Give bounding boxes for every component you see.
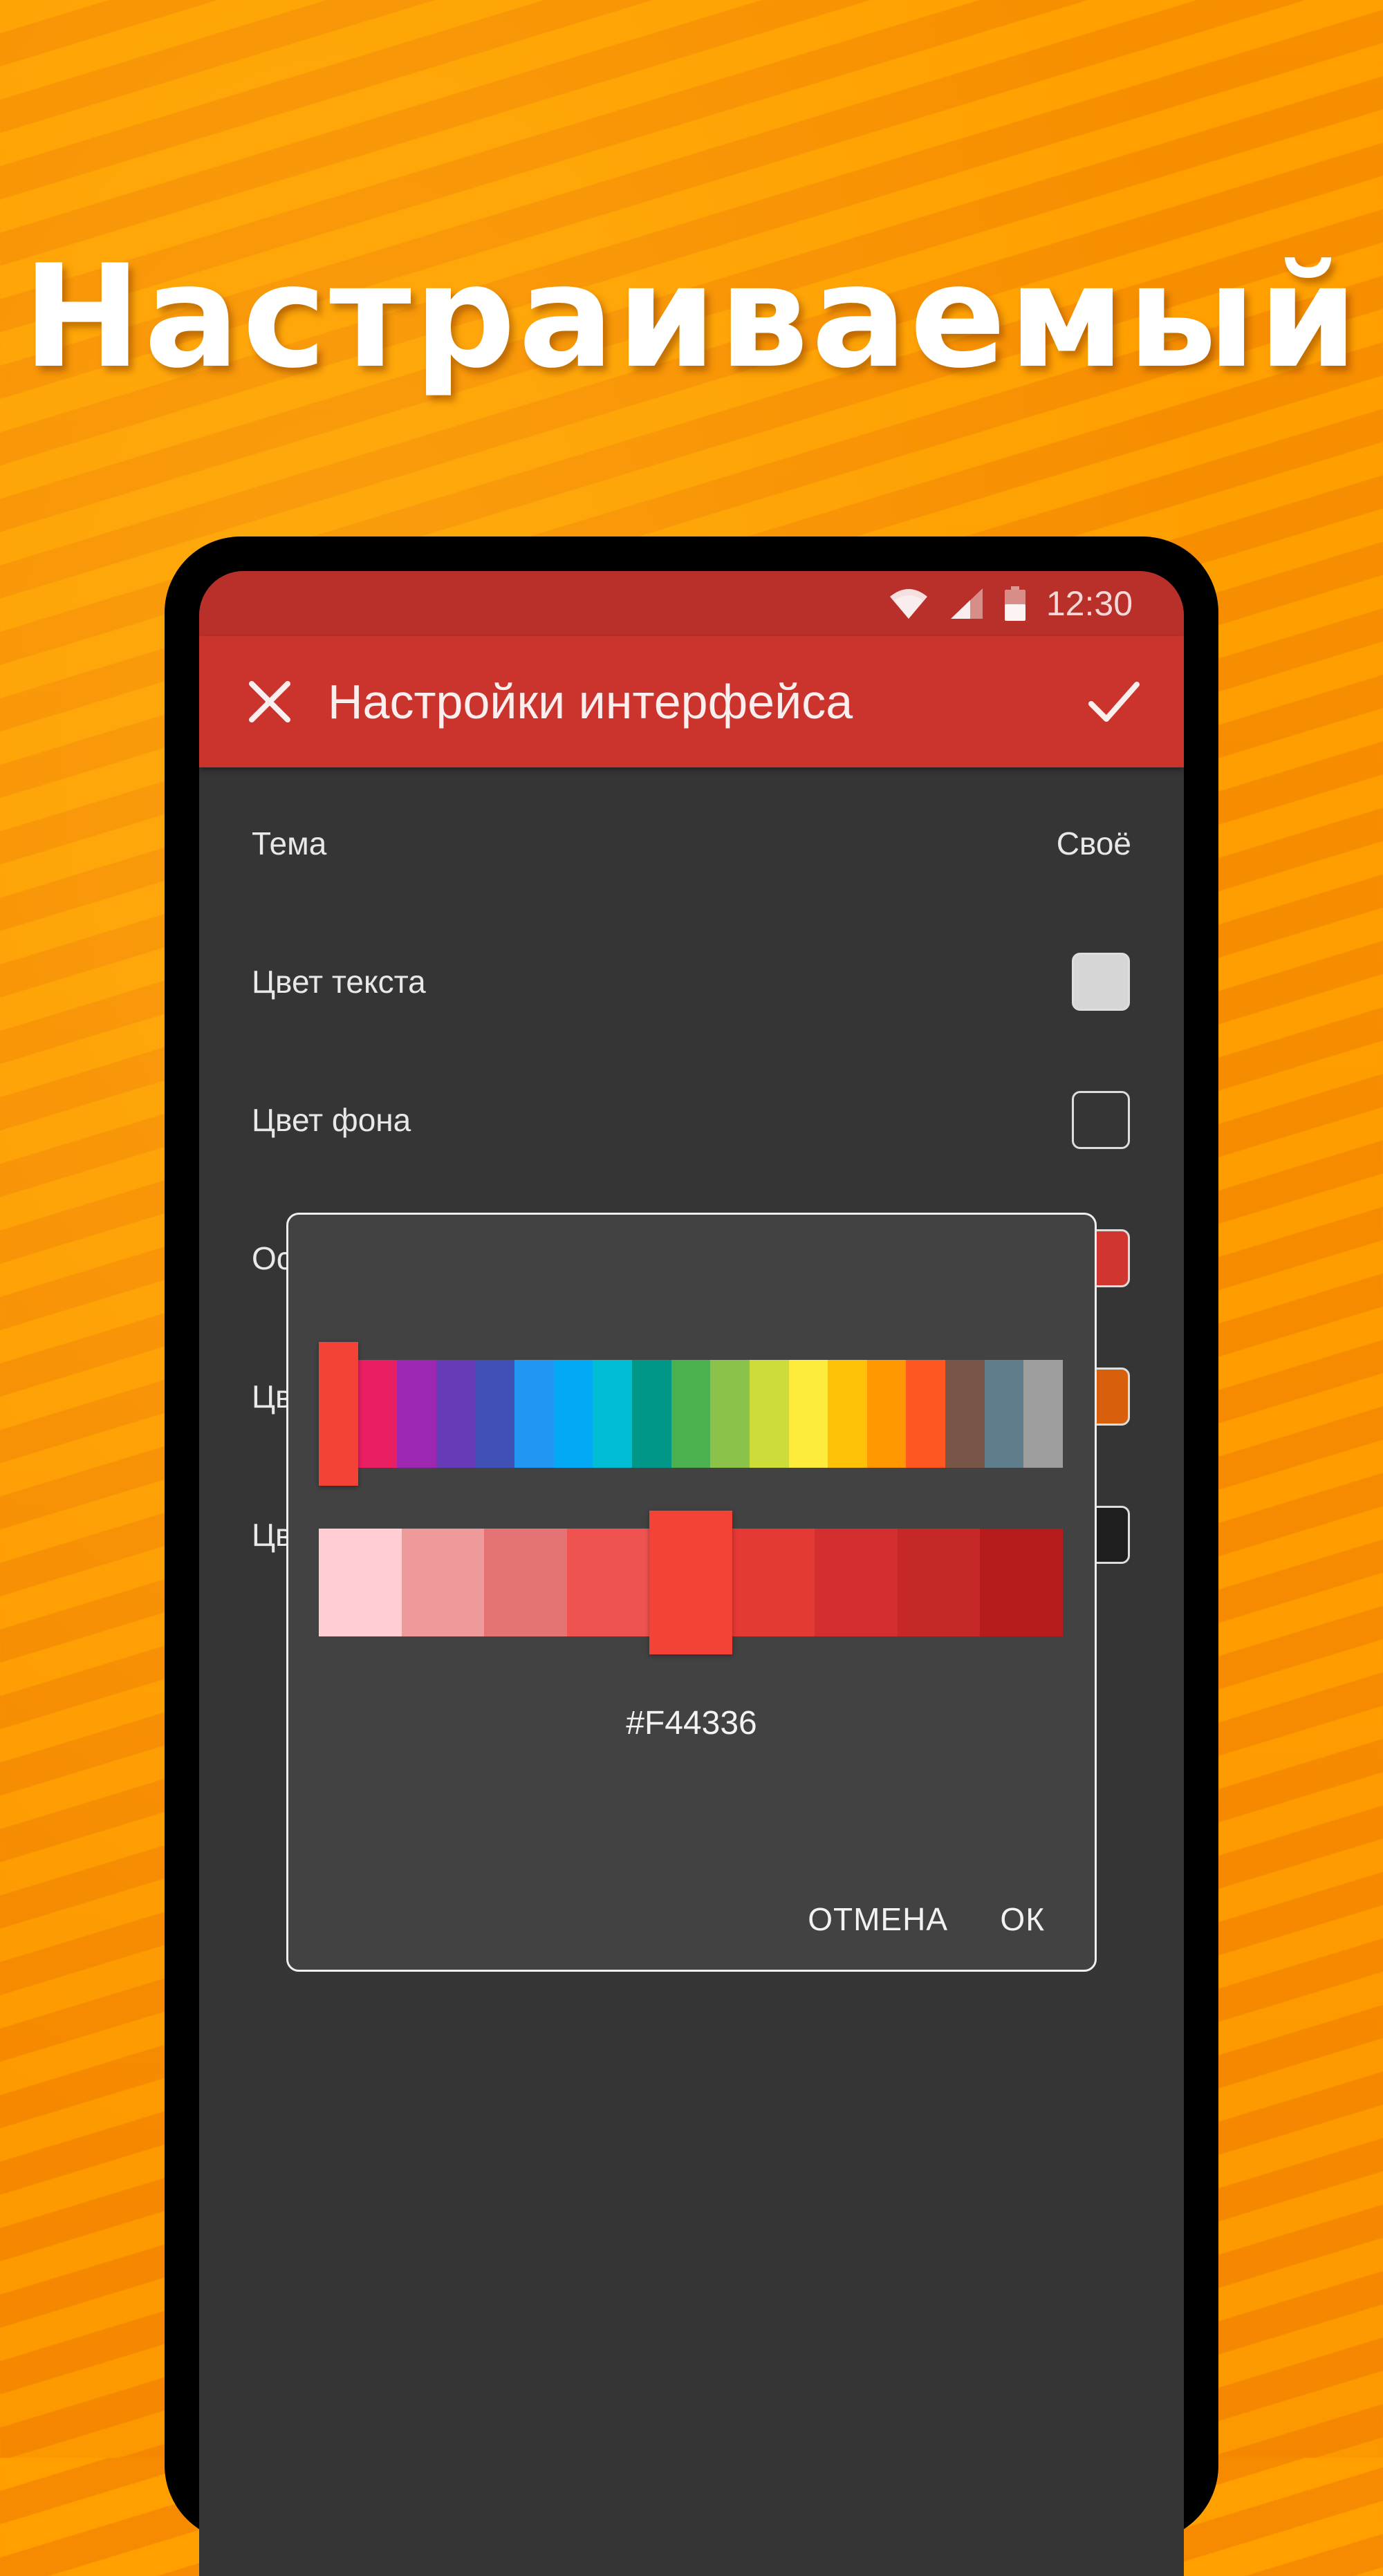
phone-frame: 12:30 Настройки интерфейса Тема Своё Цве… [165,536,1218,2576]
status-bar: 12:30 [199,571,1184,636]
ok-button[interactable]: ОК [1000,1901,1045,1938]
color-picker-dialog: #F44336 ОТМЕНА ОК [286,1213,1097,1972]
check-icon[interactable] [1086,675,1141,730]
signal-icon [950,588,983,619]
color-cell[interactable] [358,1360,398,1468]
color-cell[interactable] [906,1360,945,1468]
color-cell[interactable] [1023,1360,1063,1468]
color-cell[interactable] [749,1360,789,1468]
close-icon[interactable] [248,680,292,724]
color-cell[interactable] [945,1360,985,1468]
color-swatch[interactable] [1072,1091,1130,1149]
color-cell[interactable] [815,1529,898,1636]
color-cell[interactable] [436,1360,476,1468]
setting-label: Цвет текста [252,964,426,1000]
color-cell[interactable] [984,1360,1024,1468]
color-cell[interactable] [710,1360,750,1468]
color-cell[interactable] [553,1360,593,1468]
setting-theme[interactable]: Тема Своё [199,774,1184,913]
color-cell[interactable] [475,1360,515,1468]
setting-background-color[interactable]: Цвет фона [199,1051,1184,1189]
color-swatch[interactable] [1072,953,1130,1011]
color-cell[interactable] [671,1360,711,1468]
hex-value: #F44336 [626,1705,757,1742]
color-cell[interactable] [484,1529,567,1636]
color-cell[interactable] [319,1529,402,1636]
color-cell[interactable] [514,1360,554,1468]
color-cell[interactable] [897,1529,981,1636]
hue-palette [319,1342,1063,1486]
color-cell[interactable] [566,1529,650,1636]
battery-icon [1004,586,1025,621]
color-cell[interactable] [866,1360,907,1468]
phone-screen: 12:30 Настройки интерфейса Тема Своё Цве… [199,571,1184,2576]
selected-color-marker[interactable] [649,1511,732,1654]
color-cell[interactable] [828,1360,867,1468]
color-cell[interactable] [632,1360,671,1468]
color-cell[interactable] [401,1529,485,1636]
color-cell[interactable] [980,1529,1063,1636]
shade-palette [319,1511,1063,1654]
color-cell[interactable] [593,1360,632,1468]
app-bar: Настройки интерфейса [199,636,1184,767]
color-cell[interactable] [732,1529,815,1636]
selected-color-marker[interactable] [319,1342,358,1486]
headline: Настраиваемый [22,235,1361,400]
setting-label: Цвет фона [252,1102,411,1138]
cancel-button[interactable]: ОТМЕНА [808,1901,948,1938]
setting-text-color[interactable]: Цвет текста [199,913,1184,1051]
wifi-icon [889,589,927,619]
color-cell[interactable] [397,1360,436,1468]
color-cell[interactable] [788,1360,828,1468]
setting-label: Тема [252,825,327,861]
setting-value: Своё [1056,825,1131,861]
page-title: Настройки интерфейса [328,675,853,729]
status-time: 12:30 [1046,584,1133,623]
